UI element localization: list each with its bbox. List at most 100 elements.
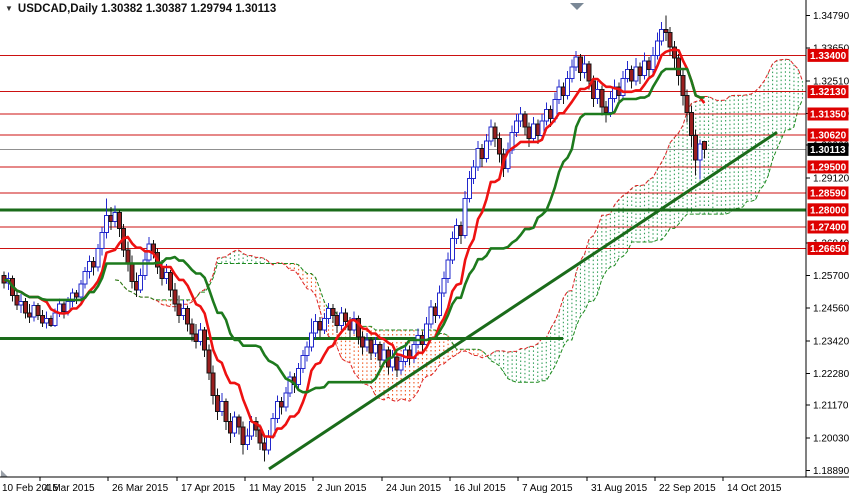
candle <box>83 271 87 284</box>
candle <box>472 167 476 178</box>
candle <box>100 233 104 249</box>
candle <box>476 148 480 167</box>
candle <box>681 75 685 95</box>
svg-text:1.33400: 1.33400 <box>810 51 847 62</box>
candle <box>245 436 249 445</box>
candle <box>561 87 565 96</box>
svg-text:1.30620: 1.30620 <box>810 130 847 141</box>
candle <box>574 57 578 67</box>
candle <box>23 301 27 312</box>
date-tick-label: 11 May 2015 <box>249 483 307 494</box>
candle <box>361 337 365 347</box>
candle <box>549 110 553 119</box>
price-axis: 1.347901.336501.325101.313701.302601.291… <box>806 11 849 477</box>
candle <box>625 70 629 79</box>
candle <box>643 61 647 75</box>
candle <box>557 87 561 100</box>
svg-text:1.28000: 1.28000 <box>810 205 847 216</box>
candle <box>87 261 91 271</box>
candle <box>198 330 202 341</box>
candle <box>399 361 403 370</box>
candle <box>583 64 587 73</box>
date-tick-label: 26 Mar 2015 <box>112 483 169 494</box>
candle <box>459 226 463 236</box>
candle <box>566 78 570 95</box>
date-tick-label: 7 Aug 2015 <box>522 483 573 494</box>
candle <box>220 401 224 411</box>
candle <box>446 260 450 279</box>
candle <box>79 284 83 297</box>
candle <box>608 98 612 112</box>
date-tick-label: 2 Jun 2015 <box>317 483 367 494</box>
candle <box>429 307 433 324</box>
date-tick-label: 17 Apr 2015 <box>181 483 235 494</box>
ascending-trendline[interactable] <box>269 132 777 469</box>
candle <box>186 309 190 325</box>
candle <box>630 70 634 81</box>
candle <box>126 250 130 264</box>
candle <box>544 110 548 121</box>
candle <box>45 319 49 323</box>
price-tick-label: 1.20030 <box>813 433 849 444</box>
candle <box>450 238 454 259</box>
candle <box>262 443 266 450</box>
candle <box>344 313 348 322</box>
candle <box>702 142 706 150</box>
candle <box>497 138 501 154</box>
candle <box>365 340 369 347</box>
svg-text:1.29500: 1.29500 <box>810 162 847 173</box>
candle <box>297 369 301 385</box>
candle <box>382 350 386 360</box>
candle <box>15 296 19 305</box>
candle <box>233 417 237 433</box>
candle <box>442 278 446 292</box>
candle <box>604 107 608 113</box>
candle <box>596 90 600 99</box>
candle <box>493 127 497 138</box>
candle <box>241 427 245 444</box>
candle <box>664 30 668 33</box>
candle <box>485 141 489 158</box>
candle <box>689 113 693 136</box>
candle <box>301 356 305 369</box>
candle <box>335 316 339 326</box>
candle <box>92 261 96 267</box>
svg-text:1.32130: 1.32130 <box>810 87 847 98</box>
candle <box>275 401 279 418</box>
candle <box>514 121 518 132</box>
chart-canvas[interactable]: 1.347901.336501.325101.313701.302601.291… <box>0 0 849 497</box>
svg-text:1.27400: 1.27400 <box>810 222 847 233</box>
candle <box>53 313 57 326</box>
candle <box>531 124 535 138</box>
candle <box>130 264 134 281</box>
candle <box>587 64 591 81</box>
chart-shift-marker-icon[interactable] <box>570 3 584 10</box>
chart-title: ▼ USDCAD,Daily 1.30382 1.30387 1.29794 1… <box>5 3 276 15</box>
green-trend-objects[interactable] <box>0 132 806 469</box>
candle <box>655 41 659 55</box>
date-tick-label: 22 Sep 2015 <box>659 483 716 494</box>
candle <box>455 226 459 239</box>
symbol-dropdown-icon[interactable]: ▼ <box>5 5 13 13</box>
candle <box>284 393 288 407</box>
candle <box>339 313 343 326</box>
candle <box>28 313 32 317</box>
price-tick-label: 1.18890 <box>813 466 849 477</box>
candle <box>677 58 681 75</box>
candle <box>190 324 194 334</box>
candle <box>647 61 651 70</box>
candle <box>211 373 215 396</box>
date-tick-label: 4 Mar 2015 <box>44 483 95 494</box>
candle <box>104 216 108 233</box>
candle <box>117 213 121 229</box>
candle <box>519 114 523 121</box>
candle <box>134 281 138 290</box>
tenkan-sen-line <box>4 50 704 438</box>
candle <box>651 55 655 69</box>
candle <box>113 213 117 222</box>
candle <box>19 301 23 304</box>
candle <box>570 67 574 78</box>
candle <box>433 307 437 316</box>
candle <box>369 340 373 353</box>
candle <box>207 350 211 373</box>
